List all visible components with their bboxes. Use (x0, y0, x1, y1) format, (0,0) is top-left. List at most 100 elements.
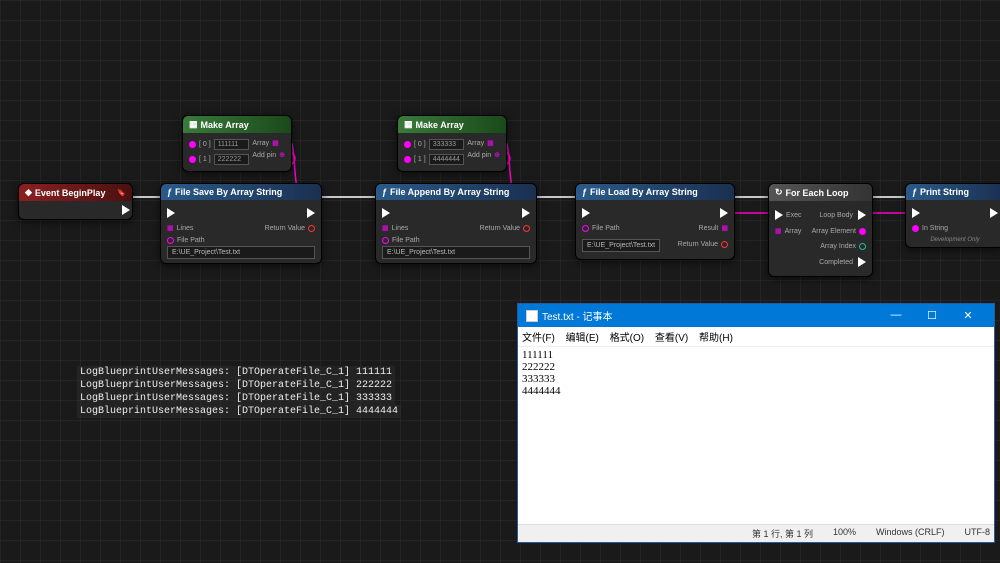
exec-out-pin[interactable] (307, 208, 315, 218)
maximize-button[interactable]: ☐ (914, 309, 950, 322)
node-event-beginplay[interactable]: ◆ Event BeginPlay 🔖 (18, 183, 133, 220)
node-make-array-1[interactable]: ▦ Make Array [ 0 ] 111111 [ 1 ] 222222 A… (182, 115, 292, 172)
node-header: ◆ Event BeginPlay 🔖 (19, 184, 132, 201)
pin-icon (523, 225, 530, 232)
input-value[interactable]: 111111 (214, 139, 249, 150)
array-pin-1[interactable]: [ 1 ] 4444444 (404, 154, 464, 165)
array-pin-1[interactable]: [ 1 ] 222222 (189, 154, 249, 165)
text-line: 333333 (522, 373, 990, 385)
in-string-pin[interactable]: In String (912, 225, 948, 232)
grid-icon: ▦ (721, 224, 728, 232)
minimize-button[interactable]: — (878, 309, 914, 322)
array-out-pin[interactable]: Array ▦ (252, 139, 285, 147)
status-zoom: 100% (833, 527, 856, 540)
log-line: LogBlueprintUserMessages: [DTOperateFile… (77, 366, 395, 379)
result-pin[interactable]: Result ▦ (699, 224, 728, 232)
array-in-pin[interactable]: ▦ Array (775, 227, 801, 235)
array-element-pin[interactable]: Array Element (812, 228, 866, 235)
node-file-save[interactable]: ƒ File Save By Array String ▦ Lines Retu… (160, 183, 322, 264)
plus-icon: ⊕ (494, 151, 500, 159)
menu-edit[interactable]: 编辑(E) (566, 333, 599, 344)
array-out-pin[interactable]: Array ▦ (467, 139, 500, 147)
notepad-titlebar[interactable]: Test.txt - 记事本 — ☐ ✕ (518, 304, 994, 327)
status-eol: Windows (CRLF) (876, 527, 945, 540)
return-value-pin[interactable]: Return Value (265, 225, 315, 232)
file-path-pin[interactable]: File Path (582, 225, 620, 232)
node-title: File Load By Array String (590, 187, 698, 197)
node-for-each-loop[interactable]: ↻ For Each Loop Exec Loop Body ▦ Array A… (768, 183, 873, 277)
grid-icon: ▦ (167, 224, 174, 232)
status-encoding: UTF-8 (965, 527, 991, 540)
array-icon: ▦ (404, 119, 413, 130)
loop-body-pin[interactable]: Loop Body (820, 210, 866, 220)
file-path-input[interactable]: E:\UE_Project\Test.txt (167, 246, 315, 259)
exec-out-pin[interactable] (122, 205, 130, 215)
menu-file[interactable]: 文件(F) (522, 333, 555, 344)
event-icon: ◆ (25, 187, 32, 198)
bookmark-icon: 🔖 (117, 189, 126, 197)
add-pin-button[interactable]: Add pin ⊕ (252, 151, 285, 159)
input-value[interactable]: 333333 (429, 139, 464, 150)
file-path-input[interactable]: E:\UE_Project\Test.txt (382, 246, 530, 259)
return-value-pin[interactable]: Return Value (678, 241, 728, 248)
exec-in-pin[interactable] (912, 208, 920, 218)
pin-icon (189, 156, 196, 163)
array-index-pin[interactable]: Array Index (820, 243, 866, 250)
file-path-pin[interactable]: File Path (167, 237, 315, 244)
node-title: Event BeginPlay (35, 188, 106, 198)
node-header: ƒ File Load By Array String (576, 184, 734, 200)
node-make-array-2[interactable]: ▦ Make Array [ 0 ] 333333 [ 1 ] 4444444 … (397, 115, 507, 172)
close-button[interactable]: ✕ (950, 309, 986, 322)
exec-icon (858, 257, 866, 267)
notepad-statusbar: 第 1 行, 第 1 列 100% Windows (CRLF) UTF-8 (518, 524, 994, 542)
lines-pin[interactable]: ▦ Lines (382, 224, 408, 232)
pin-icon (308, 225, 315, 232)
notepad-content[interactable]: 111111 222222 333333 4444444 (518, 347, 994, 527)
lines-pin[interactable]: ▦ Lines (167, 224, 193, 232)
exec-icon (775, 210, 783, 220)
input-value[interactable]: 4444444 (429, 154, 464, 165)
pin-icon (721, 241, 728, 248)
text-line: 111111 (522, 349, 990, 361)
array-pin-0[interactable]: [ 0 ] 333333 (404, 139, 464, 150)
add-pin-button[interactable]: Add pin ⊕ (467, 151, 500, 159)
menu-format[interactable]: 格式(O) (610, 333, 644, 344)
status-position: 第 1 行, 第 1 列 (752, 527, 813, 540)
menu-help[interactable]: 帮助(H) (699, 333, 733, 344)
pin-icon (382, 237, 389, 244)
node-title: Print String (920, 187, 969, 197)
pin-icon (189, 141, 196, 148)
pin-icon (167, 237, 174, 244)
exec-in-pin[interactable]: Exec (775, 210, 802, 220)
pin-icon (404, 156, 411, 163)
notepad-window[interactable]: Test.txt - 记事本 — ☐ ✕ 文件(F) 编辑(E) 格式(O) 查… (517, 303, 995, 543)
exec-out-pin[interactable] (522, 208, 530, 218)
log-line: LogBlueprintUserMessages: [DTOperateFile… (77, 392, 395, 405)
node-file-load[interactable]: ƒ File Load By Array String File Path Re… (575, 183, 735, 260)
development-only-label: Development Only (912, 237, 998, 243)
exec-in-pin[interactable] (167, 208, 175, 218)
completed-pin[interactable]: Completed (819, 257, 866, 267)
node-title: Make Array (201, 120, 249, 130)
exec-icon (858, 210, 866, 220)
menu-view[interactable]: 查看(V) (655, 333, 688, 344)
exec-out-pin[interactable] (720, 208, 728, 218)
input-value[interactable]: 222222 (214, 154, 249, 165)
exec-in-pin[interactable] (382, 208, 390, 218)
node-header: ▦ Make Array (398, 116, 506, 133)
return-value-pin[interactable]: Return Value (480, 225, 530, 232)
exec-in-pin[interactable] (582, 208, 590, 218)
exec-out-pin[interactable] (990, 208, 998, 218)
grid-icon: ▦ (272, 139, 279, 147)
node-print-string[interactable]: ƒ Print String In String Development Onl… (905, 183, 1000, 248)
pin-icon (582, 225, 589, 232)
file-path-input[interactable]: E:\UE_Project\Test.txt (582, 239, 660, 252)
node-file-append[interactable]: ƒ File Append By Array String ▦ Lines Re… (375, 183, 537, 264)
node-title: For Each Loop (786, 188, 849, 198)
node-header: ƒ File Save By Array String (161, 184, 321, 200)
file-path-pin[interactable]: File Path (382, 237, 530, 244)
file-path-group: File Path E:\UE_Project\Test.txt (382, 237, 530, 259)
notepad-app-icon (526, 310, 538, 322)
array-pin-0[interactable]: [ 0 ] 111111 (189, 139, 249, 150)
plus-icon: ⊕ (279, 151, 285, 159)
